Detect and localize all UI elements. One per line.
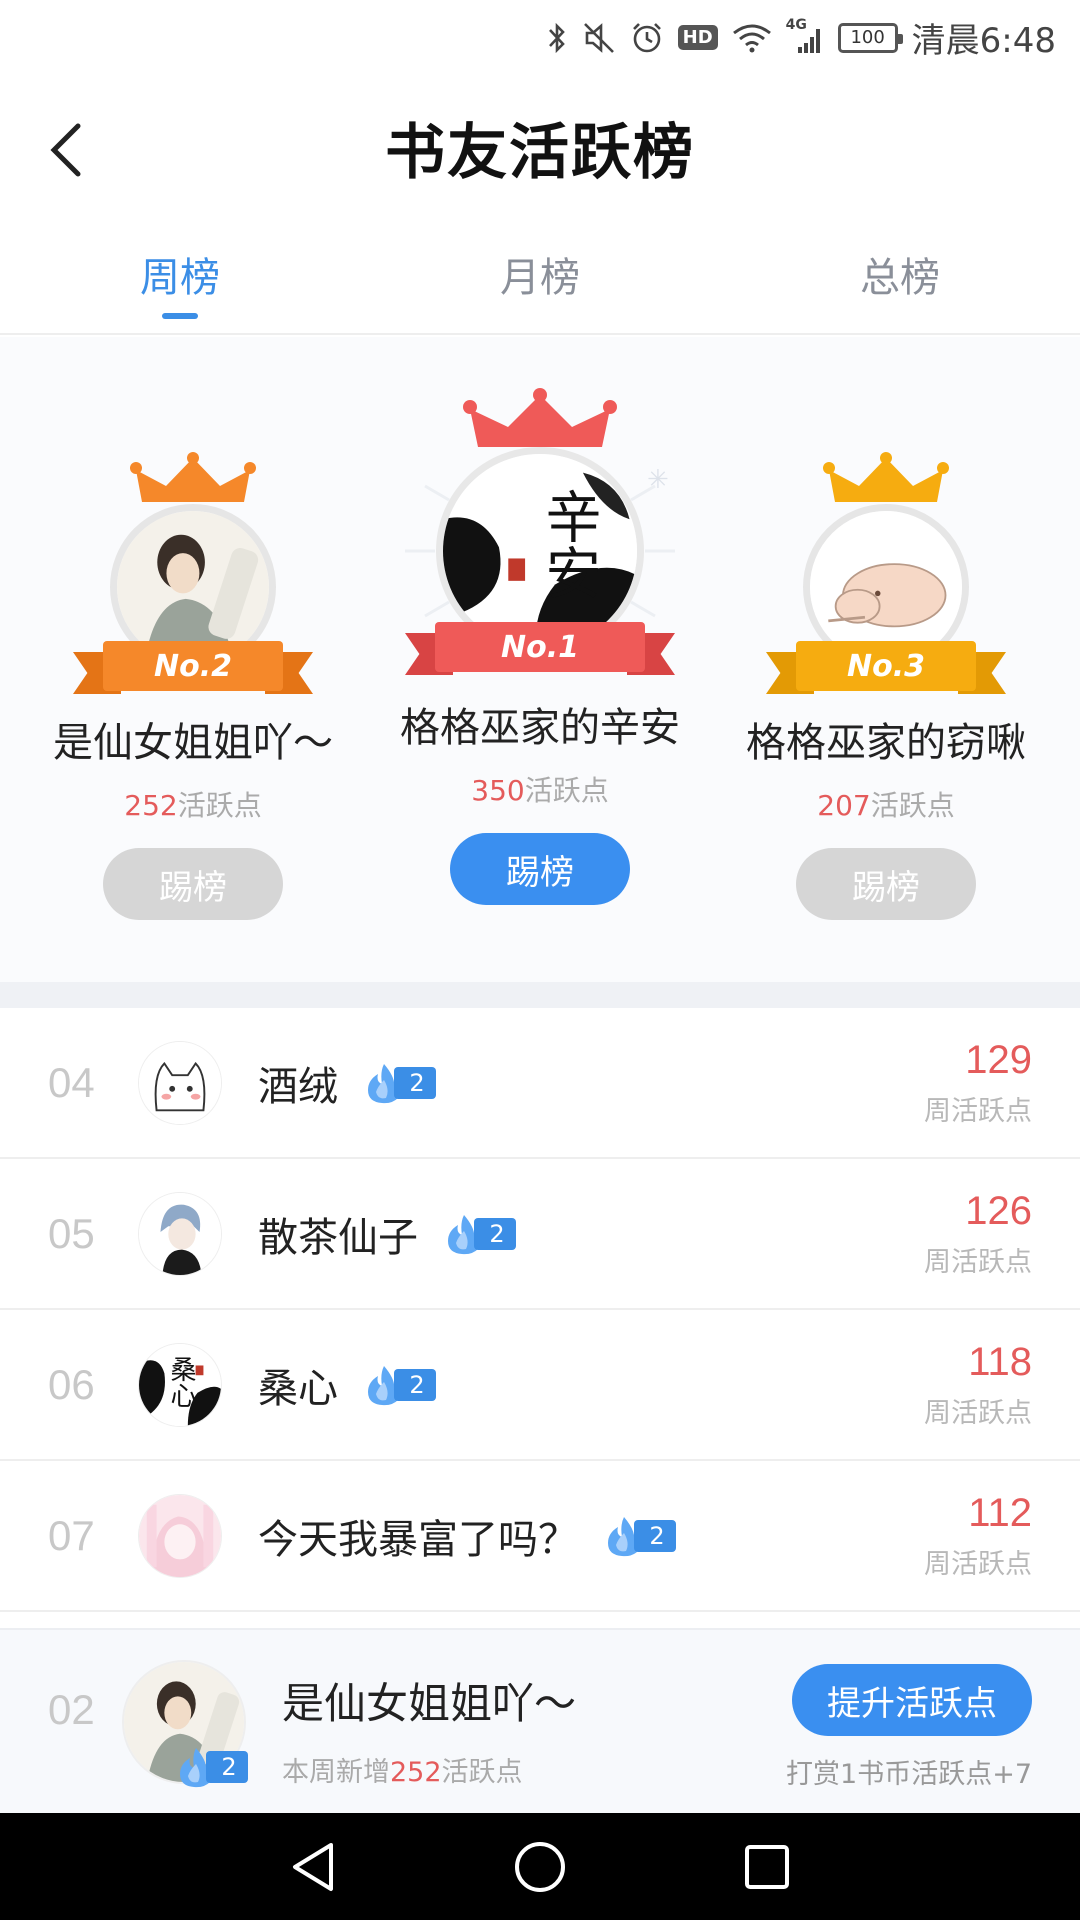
podium-first: ✳ 辛安 No.1 格格巫家的辛安 350活跃点 踢榜	[367, 387, 713, 905]
score: 118 周活跃点	[924, 1339, 1032, 1429]
rank-number: 06	[48, 1360, 95, 1408]
signal-icon: 4G	[786, 17, 824, 55]
score: 112 周活跃点	[924, 1490, 1032, 1580]
score: 126 周活跃点	[924, 1188, 1032, 1278]
back-button[interactable]	[36, 115, 96, 185]
podium-points: 207活跃点	[817, 789, 955, 822]
my-name: 是仙女姐姐吖～	[282, 1679, 577, 1728]
triangle-back-icon	[293, 1842, 334, 1891]
avatar[interactable]	[138, 1493, 222, 1578]
level-badge: 2	[364, 1365, 436, 1405]
alarm-icon	[630, 21, 664, 55]
tab-bar: 周榜 月榜 总榜	[0, 235, 1080, 335]
avatar[interactable]	[138, 1191, 222, 1276]
page-title: 书友活跃榜	[385, 118, 695, 188]
user-name: 酒绒 2	[258, 1054, 436, 1112]
nav-recents-button[interactable]	[727, 1827, 807, 1907]
rank-ribbon: No.3	[766, 640, 1006, 694]
podium-points: 350活跃点	[471, 774, 609, 807]
avatar[interactable]: 桑心	[138, 1342, 222, 1427]
list-item[interactable]: 06 桑心 桑心 2 118 周活跃点	[0, 1310, 1080, 1461]
avatar[interactable]	[138, 1040, 222, 1125]
list-item[interactable]: 05 散茶仙子 2 126 周活跃点	[0, 1159, 1080, 1310]
podium-third: No.3 格格巫家的窃啾 207活跃点 踢榜	[713, 452, 1059, 920]
rank-number: 02	[48, 1686, 95, 1733]
podium-second: No.2 是仙女姐姐吖～ 252活跃点 踢榜	[20, 452, 366, 920]
wifi-icon	[732, 23, 772, 53]
system-nav-bar	[0, 1813, 1080, 1920]
rank-ribbon: No.2	[73, 640, 313, 694]
rank-number: 05	[48, 1209, 95, 1257]
kick-button[interactable]: 踢榜	[103, 848, 283, 920]
kick-button[interactable]: 踢榜	[796, 848, 976, 920]
podium-points: 252活跃点	[124, 789, 262, 822]
podium-name: 格格巫家的窃啾	[746, 720, 1026, 766]
boost-points-button[interactable]: 提升活跃点	[792, 1664, 1032, 1736]
level-badge: 2	[444, 1214, 516, 1254]
weekly-new-points: 本周新增252活跃点	[282, 1757, 523, 1788]
chevron-left-icon	[50, 123, 81, 177]
podium: No.2 是仙女姐姐吖～ 252活跃点 踢榜 ✳ 辛安 No.1 格格巫家的辛安…	[0, 337, 1080, 982]
level-badge: 2	[364, 1063, 436, 1103]
user-name: 今天我暴富了吗？ 2	[258, 1507, 676, 1565]
bluetooth-icon	[546, 21, 568, 55]
level-badge: 2	[604, 1516, 676, 1556]
crown-icon	[130, 452, 256, 502]
rank-number: 07	[48, 1511, 95, 1559]
my-rank-bar: 02 2 是仙女姐姐吖～ 本周新增252活跃点 提升活跃点 打赏1书币活跃点+7	[0, 1628, 1080, 1813]
level-badge: 2	[176, 1748, 248, 1788]
svg-text:✳: ✳	[647, 465, 669, 495]
tab-weekly[interactable]: 周榜	[0, 235, 360, 333]
network-type: 4G	[785, 16, 807, 33]
nav-home-button[interactable]	[500, 1827, 580, 1907]
section-divider	[0, 982, 1080, 1008]
list-item[interactable]: 07 今天我暴富了吗？ 2 112 周活跃点	[0, 1461, 1080, 1612]
header: 书友活跃榜	[0, 75, 1080, 220]
podium-name: 是仙女姐姐吖～	[53, 720, 333, 766]
list-item[interactable]: 04 酒绒 2 129 周活跃点	[0, 1008, 1080, 1159]
ranking-list: 04 酒绒 2 129 周活跃点 05 散茶仙子 2 126 周活跃点 06 桑…	[0, 1008, 1080, 1612]
crown-icon	[823, 452, 949, 502]
podium-name: 格格巫家的辛安	[400, 705, 680, 751]
mute-icon	[582, 21, 616, 55]
rank-number: 04	[48, 1058, 95, 1106]
circle-home-icon	[514, 1841, 565, 1892]
rank-ribbon: No.1	[405, 621, 675, 675]
avatar-calligraphy: 桑心	[166, 1355, 196, 1408]
user-name: 桑心 2	[258, 1356, 436, 1414]
status-bar: HD 4G 100 清晨6:48	[0, 0, 1080, 75]
battery-icon: 100	[837, 22, 903, 53]
tab-total[interactable]: 总榜	[720, 235, 1080, 333]
square-recents-icon	[744, 1844, 789, 1889]
hd-icon: HD	[677, 25, 718, 50]
status-time: 清晨6:48	[911, 21, 1056, 61]
nav-back-button[interactable]	[273, 1827, 353, 1907]
boost-tip: 打赏1书币活跃点+7	[786, 1759, 1032, 1790]
kick-button[interactable]: 踢榜	[450, 833, 630, 905]
user-name: 散茶仙子 2	[258, 1205, 516, 1263]
avatar-calligraphy: 辛安	[536, 488, 601, 600]
score: 129 周活跃点	[924, 1037, 1032, 1127]
tab-monthly[interactable]: 月榜	[360, 235, 720, 333]
